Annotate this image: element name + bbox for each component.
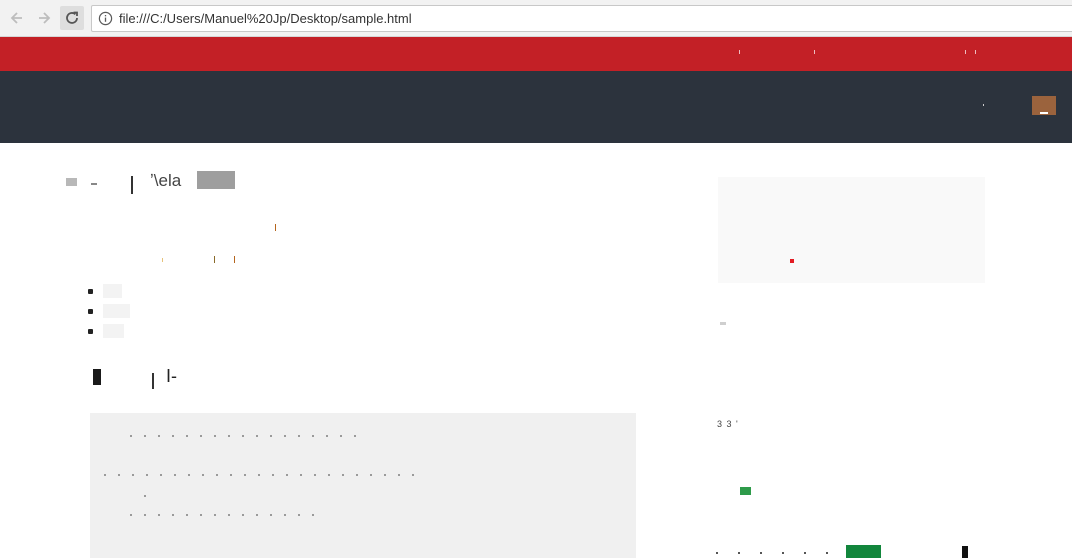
arrow-right-icon: [39, 12, 51, 24]
sidebar-footer-icon: [962, 546, 968, 558]
text-marker: [234, 256, 235, 263]
back-button[interactable]: [5, 6, 29, 30]
bullet-dot: [88, 329, 93, 334]
section-icon: [93, 369, 101, 385]
topbar-link-marker[interactable]: [814, 50, 815, 54]
bullet-dot: [88, 289, 93, 294]
address-bar[interactable]: file:///C:/Users/Manuel%20Jp/Desktop/sam…: [91, 5, 1072, 32]
url-text: file:///C:/Users/Manuel%20Jp/Desktop/sam…: [119, 11, 412, 26]
sidebar-marker: [720, 322, 726, 325]
list-item-link[interactable]: [103, 284, 122, 298]
avatar-detail: [1040, 112, 1048, 114]
sidebar-action-button[interactable]: [846, 545, 881, 558]
sidebar-widget: [718, 177, 985, 283]
text-marker: [214, 256, 215, 263]
text-marker: [162, 258, 163, 262]
site-header: [0, 71, 1072, 143]
sidebar-footer-text: [716, 552, 866, 554]
topbar-link-marker[interactable]: [975, 50, 976, 54]
arrow-left-icon: [10, 12, 22, 24]
code-block: [90, 413, 636, 558]
section-divider: [152, 373, 154, 389]
heading-divider: [131, 176, 133, 194]
header-menu-marker[interactable]: [983, 104, 984, 106]
forward-button[interactable]: [32, 6, 56, 30]
info-circle-icon[interactable]: [98, 11, 113, 26]
code-line: [144, 495, 152, 497]
code-line: [130, 435, 360, 437]
list-item-link[interactable]: [103, 304, 130, 318]
code-line: [104, 474, 414, 476]
page-title: ʼ\ela: [150, 171, 182, 190]
reload-icon: [66, 11, 78, 24]
bullet-dot: [88, 309, 93, 314]
section-title: I-: [166, 366, 177, 386]
text-marker: [275, 224, 276, 231]
topbar-link-marker[interactable]: [965, 50, 966, 54]
browser-toolbar: file:///C:/Users/Manuel%20Jp/Desktop/sam…: [0, 0, 1072, 37]
breadcrumb-separator: [91, 183, 97, 185]
topbar-link-marker[interactable]: [739, 50, 740, 54]
code-line: [130, 514, 320, 516]
list-item-link[interactable]: [103, 324, 124, 338]
title-badge: [197, 171, 235, 189]
reload-button[interactable]: [60, 6, 84, 30]
sidebar-text: 3 3 ': [717, 419, 739, 429]
success-badge: [740, 487, 751, 495]
status-indicator: [790, 259, 794, 263]
top-announcement-bar: [0, 37, 1072, 71]
home-icon: [66, 178, 77, 186]
